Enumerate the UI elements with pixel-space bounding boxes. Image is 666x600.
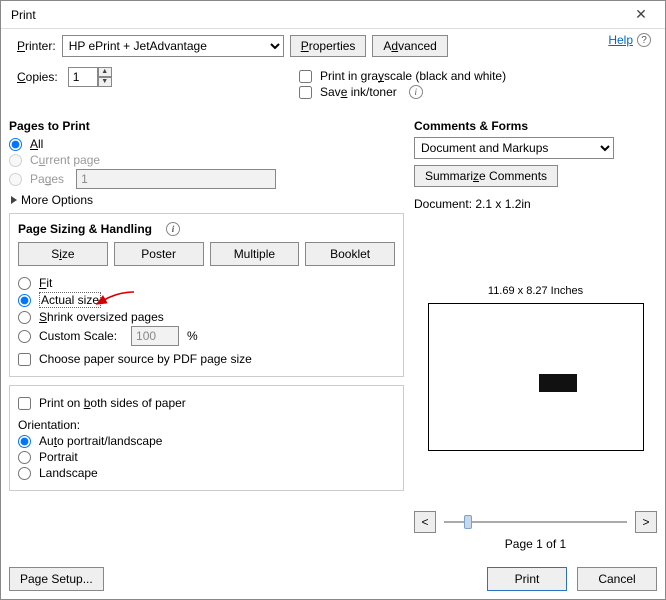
more-options-toggle[interactable]: More Options xyxy=(11,193,404,207)
help-link[interactable]: Help xyxy=(608,33,633,47)
radio-actual-size-label: Actual size xyxy=(39,292,101,308)
save-ink-label: Save ink/toner xyxy=(320,85,397,99)
radio-current[interactable] xyxy=(9,154,22,167)
duplex-checkbox[interactable] xyxy=(18,397,31,410)
custom-scale-pct: % xyxy=(187,329,198,343)
radio-shrink-label: Shrink oversized pages xyxy=(39,310,164,324)
comments-select[interactable]: Document and Markups xyxy=(414,137,614,159)
summarize-comments-button[interactable]: Summarize Comments xyxy=(414,165,558,187)
page-counter: Page 1 of 1 xyxy=(414,537,657,551)
grayscale-checkbox[interactable] xyxy=(299,70,312,83)
prev-page-button[interactable]: < xyxy=(414,511,436,533)
next-page-button[interactable]: > xyxy=(635,511,657,533)
pages-input[interactable] xyxy=(76,169,276,189)
tab-size[interactable]: Size xyxy=(18,242,108,266)
choose-source-checkbox[interactable] xyxy=(18,353,31,366)
help-icon[interactable]: ? xyxy=(637,33,651,47)
radio-actual-size[interactable] xyxy=(18,294,31,307)
radio-portrait[interactable] xyxy=(18,451,31,464)
print-button[interactable]: Print xyxy=(487,567,567,591)
copies-down[interactable]: ▼ xyxy=(98,77,112,87)
paper-dimensions: 11.69 x 8.27 Inches xyxy=(414,285,657,297)
radio-landscape[interactable] xyxy=(18,467,31,480)
save-ink-checkbox[interactable] xyxy=(299,86,312,99)
document-size-label: Document: 2.1 x 1.2in xyxy=(414,197,657,211)
radio-fit[interactable] xyxy=(18,277,31,290)
copies-spinner[interactable]: ▲ ▼ xyxy=(68,67,112,87)
radio-custom-scale-label: Custom Scale: xyxy=(39,329,117,343)
printer-select[interactable]: HP ePrint + JetAdvantage xyxy=(62,35,284,57)
sizing-info-icon[interactable]: i xyxy=(166,222,180,236)
choose-source-label: Choose paper source by PDF page size xyxy=(39,352,252,366)
custom-scale-input[interactable] xyxy=(131,326,179,346)
tab-multiple[interactable]: Multiple xyxy=(210,242,300,266)
advanced-button[interactable]: Advanced xyxy=(372,35,447,57)
radio-current-label: Current page xyxy=(30,153,100,167)
copies-up[interactable]: ▲ xyxy=(98,67,112,77)
radio-auto-orient[interactable] xyxy=(18,435,31,448)
window-title: Print xyxy=(11,8,36,22)
radio-pages[interactable] xyxy=(9,173,22,186)
radio-custom-scale[interactable] xyxy=(18,330,31,343)
radio-portrait-label: Portrait xyxy=(39,450,78,464)
tab-poster[interactable]: Poster xyxy=(114,242,204,266)
copies-label: Copies: xyxy=(17,70,58,84)
copies-input[interactable] xyxy=(68,67,98,87)
more-options-label: More Options xyxy=(21,193,93,207)
preview-thumbnail xyxy=(539,374,577,392)
print-preview xyxy=(428,303,644,451)
radio-all-label: All xyxy=(30,137,43,151)
properties-button[interactable]: Properties xyxy=(290,35,367,57)
page-slider[interactable] xyxy=(444,513,627,531)
pages-to-print-heading: Pages to Print xyxy=(9,119,404,133)
cancel-button[interactable]: Cancel xyxy=(577,567,657,591)
radio-auto-orient-label: Auto portrait/landscape xyxy=(39,434,162,448)
comments-heading: Comments & Forms xyxy=(414,119,657,133)
close-button[interactable]: ✕ xyxy=(621,1,661,29)
radio-shrink[interactable] xyxy=(18,311,31,324)
sizing-heading: Page Sizing & Handling xyxy=(18,222,152,236)
printer-label: Printer: xyxy=(17,39,56,53)
tab-booklet[interactable]: Booklet xyxy=(305,242,395,266)
orientation-heading: Orientation: xyxy=(18,418,395,432)
info-icon[interactable]: i xyxy=(409,85,423,99)
page-setup-button[interactable]: Page Setup... xyxy=(9,567,104,591)
radio-pages-label: Pages xyxy=(30,172,64,186)
chevron-right-icon xyxy=(11,196,17,204)
radio-fit-label: Fit xyxy=(39,276,52,290)
radio-all[interactable] xyxy=(9,138,22,151)
duplex-label: Print on both sides of paper xyxy=(39,396,186,410)
annotation-arrow-icon xyxy=(98,288,138,308)
grayscale-label: Print in grayscale (black and white) xyxy=(320,69,506,83)
radio-landscape-label: Landscape xyxy=(39,466,98,480)
